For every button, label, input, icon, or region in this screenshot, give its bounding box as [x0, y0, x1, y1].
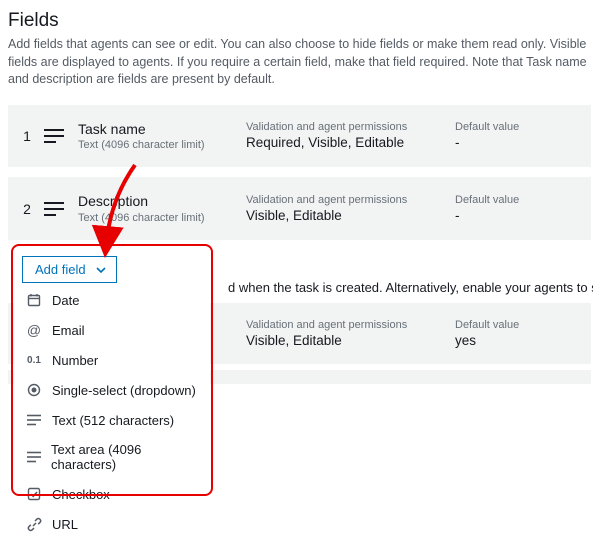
menu-item-checkbox[interactable]: Checkbox [14, 479, 210, 509]
menu-item-label: URL [52, 517, 78, 532]
default-header: Default value [455, 319, 545, 331]
menu-item-text[interactable]: Text (512 characters) [14, 405, 210, 435]
chevron-down-icon [96, 267, 106, 273]
number-icon: 0.1 [26, 352, 42, 368]
field-row[interactable]: 2 Description Text (4096 character limit… [8, 177, 591, 240]
text-icon [26, 412, 42, 428]
menu-item-label: Number [52, 353, 98, 368]
default-header: Default value [455, 194, 545, 206]
text-icon [40, 128, 68, 144]
field-name: Task name [78, 121, 242, 138]
calendar-icon [26, 292, 42, 308]
validation-value: Visible, Editable [246, 333, 451, 348]
add-field-label: Add field [35, 262, 86, 277]
default-header: Default value [455, 121, 545, 133]
link-icon [26, 516, 42, 532]
text-icon [40, 201, 68, 217]
menu-item-label: Email [52, 323, 85, 338]
radio-icon [26, 382, 42, 398]
menu-item-textarea[interactable]: Text area (4096 characters) [14, 435, 210, 479]
field-name: Description [78, 193, 242, 210]
help-text: Add fields that agents can see or edit. … [8, 36, 591, 89]
default-value: yes [455, 333, 545, 348]
menu-item-email[interactable]: @ Email [14, 315, 210, 345]
validation-header: Validation and agent permissions [246, 194, 451, 206]
at-icon: @ [26, 322, 42, 338]
add-field-button[interactable]: Add field [22, 256, 117, 283]
field-subtype: Text (4096 character limit) [78, 212, 242, 224]
menu-item-date[interactable]: Date [14, 285, 210, 315]
menu-item-label: Date [52, 293, 79, 308]
menu-item-label: Text area (4096 characters) [51, 442, 200, 472]
text-icon [26, 449, 41, 465]
validation-value: Visible, Editable [246, 208, 451, 223]
validation-header: Validation and agent permissions [246, 121, 451, 133]
field-row[interactable]: 1 Task name Text (4096 character limit) … [8, 105, 591, 168]
menu-item-label: Text (512 characters) [52, 413, 174, 428]
page-title: Fields [8, 10, 591, 32]
menu-item-url[interactable]: URL [14, 509, 210, 539]
field-subtype: Text (4096 character limit) [78, 139, 242, 151]
row-number: 1 [18, 128, 36, 144]
menu-item-single-select[interactable]: Single-select (dropdown) [14, 375, 210, 405]
default-value: - [455, 135, 545, 150]
menu-item-number[interactable]: 0.1 Number [14, 345, 210, 375]
add-field-menu: Date @ Email 0.1 Number Single-select (d… [14, 285, 210, 539]
menu-item-label: Single-select (dropdown) [52, 383, 196, 398]
default-value: - [455, 208, 545, 223]
validation-value: Required, Visible, Editable [246, 135, 451, 150]
row-number: 2 [18, 201, 36, 217]
validation-header: Validation and agent permissions [246, 319, 451, 331]
menu-item-label: Checkbox [52, 487, 110, 502]
